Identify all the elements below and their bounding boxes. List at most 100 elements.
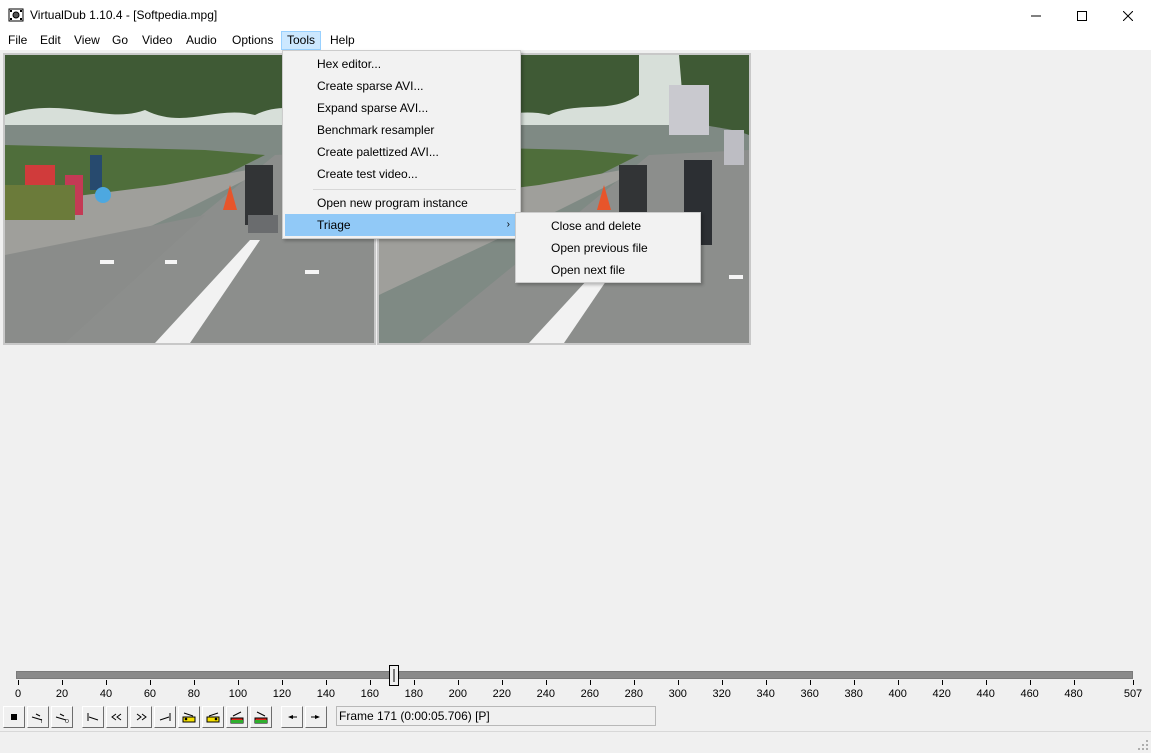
minimize-button[interactable] bbox=[1013, 0, 1059, 31]
menu-item-create-palettized-avi[interactable]: Create palettized AVI... bbox=[285, 141, 518, 163]
play-input-icon: I bbox=[31, 713, 42, 723]
menu-help[interactable]: Help bbox=[325, 31, 360, 50]
mark-out-button[interactable] bbox=[250, 706, 272, 728]
timeline-tick-label: 80 bbox=[187, 688, 201, 700]
menu-audio[interactable]: Audio bbox=[181, 31, 222, 50]
menu-item-hex-editor[interactable]: Hex editor... bbox=[285, 53, 518, 75]
timeline-tick-label: 120 bbox=[272, 688, 292, 700]
timeline-tick-label: 320 bbox=[712, 688, 731, 700]
resize-grip-icon[interactable] bbox=[1137, 739, 1149, 751]
menu-file[interactable]: File bbox=[3, 31, 32, 50]
prev-keyframe-button[interactable] bbox=[178, 706, 200, 728]
timeline-tick bbox=[325, 680, 327, 685]
timeline-track[interactable] bbox=[16, 671, 1133, 679]
timeline-tick bbox=[501, 680, 503, 685]
filmstrip-gear-icon[interactable] bbox=[8, 7, 24, 23]
menu-item-open-previous-file[interactable]: Open previous file bbox=[518, 237, 698, 259]
timeline-tick-label: 0 bbox=[14, 688, 22, 700]
menu-separator bbox=[313, 189, 516, 190]
timeline-tick bbox=[765, 680, 767, 685]
timeline-tick bbox=[413, 680, 415, 685]
menu-tools[interactable]: Tools bbox=[281, 31, 322, 50]
menu-edit[interactable]: Edit bbox=[35, 31, 66, 50]
scene-next-button[interactable] bbox=[305, 706, 327, 728]
menu-item-open-new-instance[interactable]: Open new program instance bbox=[285, 192, 518, 214]
go-end-icon bbox=[159, 713, 171, 721]
key-prev-icon bbox=[182, 712, 196, 723]
frame-status: Frame 171 (0:00:05.706) [P] bbox=[336, 706, 656, 726]
timeline-tick bbox=[18, 680, 19, 685]
timeline-tick-label: 360 bbox=[800, 688, 819, 700]
timeline-tick bbox=[369, 680, 371, 685]
timeline-tick bbox=[1073, 680, 1075, 685]
timeline-tick-label: 140 bbox=[316, 688, 336, 700]
close-button[interactable] bbox=[1105, 0, 1151, 31]
timeline-tick-label: 200 bbox=[448, 688, 468, 700]
timeline-tick bbox=[721, 680, 723, 685]
menu-view[interactable]: View bbox=[69, 31, 105, 50]
maximize-icon bbox=[1077, 10, 1087, 21]
stop-icon bbox=[11, 714, 17, 720]
menu-item-create-test-video[interactable]: Create test video... bbox=[285, 163, 518, 185]
timeline-tick-label: 260 bbox=[580, 688, 599, 700]
scene-prev-button[interactable] bbox=[281, 706, 303, 728]
timeline-tick bbox=[545, 680, 547, 685]
timeline-tick bbox=[237, 680, 239, 685]
timeline-tick-label: 480 bbox=[1064, 688, 1083, 700]
timeline-tick-label: 100 bbox=[228, 688, 248, 700]
menu-item-open-next-file[interactable]: Open next file bbox=[518, 259, 698, 281]
tools-menu: Hex editor... Create sparse AVI... Expan… bbox=[282, 50, 521, 239]
maximize-button[interactable] bbox=[1059, 0, 1105, 31]
play-output-button[interactable]: O bbox=[51, 706, 73, 728]
timeline-tick bbox=[1133, 680, 1134, 685]
timeline-tick bbox=[149, 680, 151, 685]
timeline-tick-label: 420 bbox=[932, 688, 951, 700]
timeline-tick-label: 380 bbox=[844, 688, 863, 700]
mark-in-button[interactable] bbox=[226, 706, 248, 728]
scene-prev-icon bbox=[288, 715, 297, 719]
next-key-icon bbox=[136, 713, 147, 721]
timeline-tick bbox=[677, 680, 679, 685]
timeline-tick-label: 220 bbox=[492, 688, 511, 700]
timeline-tick-label: 340 bbox=[756, 688, 775, 700]
go-start-button[interactable] bbox=[82, 706, 104, 728]
timeline-tick-label: 300 bbox=[668, 688, 687, 700]
mark-out-icon bbox=[254, 711, 268, 724]
timeline-tick-label: 160 bbox=[360, 688, 380, 700]
timeline-tick bbox=[61, 680, 63, 685]
scene-next-icon bbox=[311, 715, 320, 719]
timeline-tick-label: 60 bbox=[143, 688, 157, 700]
menu-video[interactable]: Video bbox=[137, 31, 177, 50]
timeline-tick-label: 180 bbox=[404, 688, 424, 700]
menu-item-triage[interactable]: Triage › bbox=[285, 214, 518, 236]
play-output-icon: O bbox=[55, 713, 69, 723]
timeline-tick bbox=[809, 680, 811, 685]
menu-item-create-sparse-avi[interactable]: Create sparse AVI... bbox=[285, 75, 518, 97]
next-frame-button[interactable] bbox=[130, 706, 152, 728]
timeline-tick-label: 280 bbox=[624, 688, 643, 700]
stop-button[interactable] bbox=[3, 706, 25, 728]
timeline-tick bbox=[193, 680, 195, 685]
previous-frame-button[interactable] bbox=[106, 706, 128, 728]
menu-options[interactable]: Options bbox=[227, 31, 278, 50]
timeline-tick bbox=[897, 680, 899, 685]
prev-key-icon bbox=[111, 713, 122, 721]
title-bar: VirtualDub 1.10.4 - [Softpedia.mpg] bbox=[0, 0, 1151, 31]
status-bar bbox=[0, 731, 1151, 753]
menu-item-benchmark-resampler[interactable]: Benchmark resampler bbox=[285, 119, 518, 141]
close-icon bbox=[1123, 10, 1133, 21]
timeline-tick-label: 440 bbox=[976, 688, 995, 700]
timeline-tick-label: 507 bbox=[1123, 688, 1143, 700]
next-keyframe-button[interactable] bbox=[202, 706, 224, 728]
timeline-tick bbox=[941, 680, 943, 685]
svg-text:I: I bbox=[41, 719, 42, 723]
timeline-tick bbox=[853, 680, 855, 685]
menu-item-close-and-delete[interactable]: Close and delete bbox=[518, 215, 698, 237]
timeline-tick-label: 460 bbox=[1020, 688, 1039, 700]
menu-item-expand-sparse-avi[interactable]: Expand sparse AVI... bbox=[285, 97, 518, 119]
menu-go[interactable]: Go bbox=[107, 31, 133, 50]
go-end-button[interactable] bbox=[154, 706, 176, 728]
go-start-icon bbox=[87, 713, 99, 721]
play-input-button[interactable]: I bbox=[27, 706, 49, 728]
timeline-tick bbox=[1029, 680, 1031, 685]
